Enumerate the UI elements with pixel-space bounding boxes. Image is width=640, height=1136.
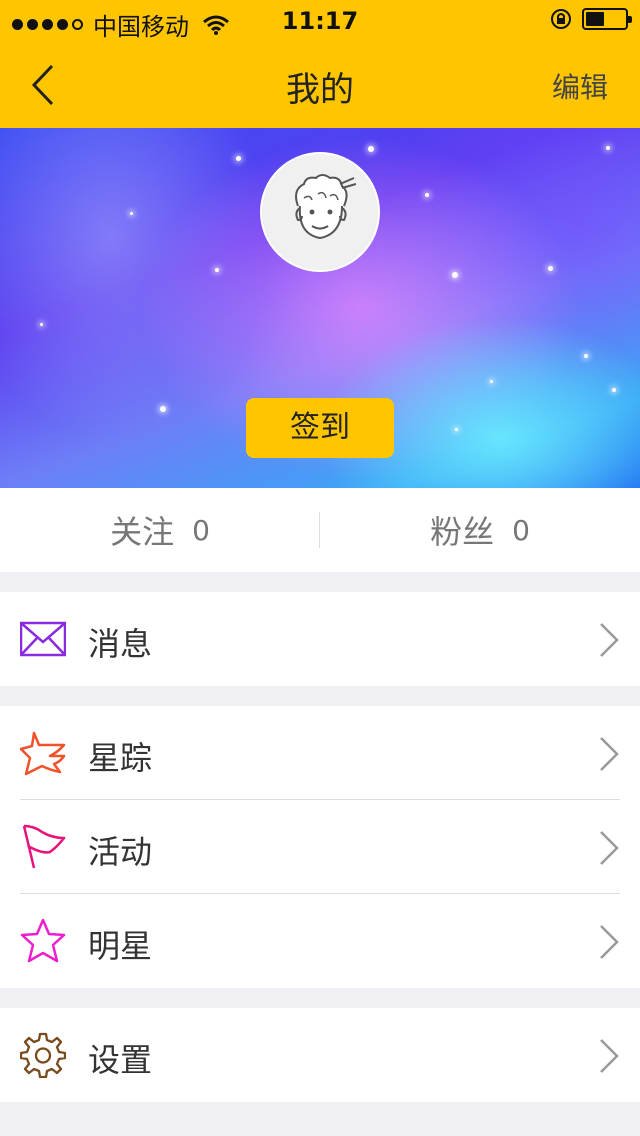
chevron-right-icon [600, 623, 619, 657]
menu-item-stars[interactable]: 明星 [0, 894, 640, 988]
fans-count: 0 [512, 513, 530, 547]
menu-item-settings[interactable]: 设置 [0, 1008, 640, 1102]
menu-label-messages: 消息 [88, 625, 153, 663]
flag-icon [22, 824, 66, 869]
gear-icon [20, 1032, 66, 1078]
menu-item-messages[interactable]: 消息 [0, 592, 640, 686]
menu-label-star-track: 星踪 [88, 739, 153, 777]
menu-group-settings: 设置 [0, 1008, 640, 1102]
battery-icon [582, 8, 632, 30]
page-title: 我的 [286, 70, 354, 110]
edit-button[interactable]: 编辑 [552, 66, 608, 106]
chevron-right-icon [600, 831, 619, 865]
following-count: 0 [192, 513, 210, 547]
envelope-icon [20, 621, 66, 657]
avatar[interactable] [260, 152, 380, 272]
menu-label-stars: 明星 [88, 927, 153, 965]
rotation-lock-icon [551, 9, 571, 29]
stats-bar: 关注 0 粉丝 0 [0, 488, 640, 572]
status-bar: 中国移动 11:17 [0, 0, 640, 41]
chevron-right-icon [600, 1039, 619, 1073]
menu-label-activities: 活动 [88, 833, 153, 871]
menu-item-activities[interactable]: 活动 [0, 800, 640, 894]
checkin-button[interactable]: 签到 [246, 398, 394, 458]
following-label: 关注 [110, 513, 175, 551]
nav-bar: 我的 编辑 [0, 40, 640, 128]
following-stat[interactable]: 关注 0 [0, 488, 320, 572]
status-right [550, 8, 632, 30]
chevron-right-icon [600, 737, 619, 771]
star-icon [20, 918, 66, 963]
cartoon-avatar-icon [295, 174, 357, 240]
profile-header: 签到 [0, 128, 640, 488]
menu-label-settings: 设置 [88, 1041, 153, 1079]
menu-group-main: 星踪 活动 明星 [0, 706, 640, 988]
menu-item-star-track[interactable]: 星踪 [0, 706, 640, 800]
fans-label: 粉丝 [430, 513, 495, 551]
star-wing-icon [20, 731, 66, 776]
menu-group-messages: 消息 [0, 592, 640, 686]
status-time: 11:17 [281, 7, 359, 35]
chevron-right-icon [600, 925, 619, 959]
fans-stat[interactable]: 粉丝 0 [320, 488, 640, 572]
